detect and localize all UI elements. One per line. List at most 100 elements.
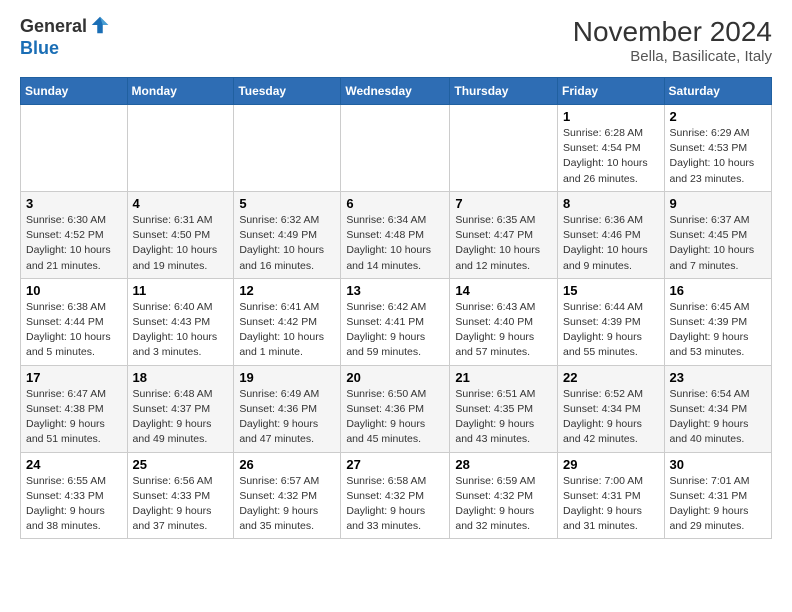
page-title: November 2024 — [573, 16, 772, 48]
day-number: 10 — [26, 283, 122, 298]
header-wednesday: Wednesday — [341, 78, 450, 105]
calendar-cell: 26Sunrise: 6:57 AM Sunset: 4:32 PM Dayli… — [234, 452, 341, 539]
calendar-cell: 21Sunrise: 6:51 AM Sunset: 4:35 PM Dayli… — [450, 365, 558, 452]
day-info: Sunrise: 6:36 AM Sunset: 4:46 PM Dayligh… — [563, 213, 659, 274]
calendar-cell — [341, 105, 450, 192]
day-number: 9 — [670, 196, 766, 211]
day-number: 24 — [26, 457, 122, 472]
day-number: 16 — [670, 283, 766, 298]
calendar-week-2: 10 Sunrise: 6:38 AM Sunset: 4:44 PM Dayli… — [21, 278, 772, 365]
calendar-cell: 29 Sunrise: 7:00 AM Sunset: 4:31 PM Dayli… — [558, 452, 665, 539]
header-friday: Friday — [558, 78, 665, 105]
day-number: 19 — [239, 370, 335, 385]
calendar-cell: 18 Sunrise: 6:48 AM Sunset: 4:37 PM Dayli… — [127, 365, 234, 452]
calendar-cell: 10 Sunrise: 6:38 AM Sunset: 4:44 PM Dayli… — [21, 278, 128, 365]
day-info: Sunrise: 6:40 AM Sunset: 4:43 PM Dayligh… — [133, 300, 229, 361]
logo-blue: Blue — [20, 38, 111, 60]
day-info: Sunrise: 6:47 AM Sunset: 4:38 PM Dayligh… — [26, 387, 122, 448]
calendar-cell: 22 Sunrise: 6:52 AM Sunset: 4:34 PM Dayli… — [558, 365, 665, 452]
day-number: 1 — [563, 109, 659, 124]
day-number: 13 — [346, 283, 444, 298]
calendar-cell: 4 Sunrise: 6:31 AM Sunset: 4:50 PM Daylig… — [127, 191, 234, 278]
header-tuesday: Tuesday — [234, 78, 341, 105]
day-info: Sunrise: 7:01 AM Sunset: 4:31 PM Dayligh… — [670, 474, 766, 535]
calendar-cell: 7 Sunrise: 6:35 AM Sunset: 4:47 PM Daylig… — [450, 191, 558, 278]
day-number: 8 — [563, 196, 659, 211]
day-info: Sunrise: 7:00 AM Sunset: 4:31 PM Dayligh… — [563, 474, 659, 535]
day-info: Sunrise: 6:56 AM Sunset: 4:33 PM Dayligh… — [133, 474, 229, 535]
day-info: Sunrise: 6:57 AM Sunset: 4:32 PM Dayligh… — [239, 474, 335, 535]
day-info: Sunrise: 6:44 AM Sunset: 4:39 PM Dayligh… — [563, 300, 659, 361]
day-number: 2 — [670, 109, 766, 124]
calendar-cell: 14Sunrise: 6:43 AM Sunset: 4:40 PM Dayli… — [450, 278, 558, 365]
day-info: Sunrise: 6:49 AM Sunset: 4:36 PM Dayligh… — [239, 387, 335, 448]
day-number: 15 — [563, 283, 659, 298]
calendar-cell: 27 Sunrise: 6:58 AM Sunset: 4:32 PM Dayli… — [341, 452, 450, 539]
calendar-cell — [21, 105, 128, 192]
day-number: 22 — [563, 370, 659, 385]
day-info: Sunrise: 6:45 AM Sunset: 4:39 PM Dayligh… — [670, 300, 766, 361]
day-number: 5 — [239, 196, 335, 211]
day-number: 4 — [133, 196, 229, 211]
day-info: Sunrise: 6:41 AM Sunset: 4:42 PM Dayligh… — [239, 300, 335, 361]
day-info: Sunrise: 6:55 AM Sunset: 4:33 PM Dayligh… — [26, 474, 122, 535]
calendar-cell: 28Sunrise: 6:59 AM Sunset: 4:32 PM Dayli… — [450, 452, 558, 539]
logo-general: General — [20, 16, 87, 36]
header: General Blue November 2024 Bella, Basili… — [20, 16, 772, 65]
header-monday: Monday — [127, 78, 234, 105]
calendar-header-row: Sunday Monday Tuesday Wednesday Thursday… — [21, 78, 772, 105]
calendar-week-0: 1 Sunrise: 6:28 AM Sunset: 4:54 PM Daylig… — [21, 105, 772, 192]
header-saturday: Saturday — [664, 78, 771, 105]
day-info: Sunrise: 6:58 AM Sunset: 4:32 PM Dayligh… — [346, 474, 444, 535]
calendar-cell: 9 Sunrise: 6:37 AM Sunset: 4:45 PM Daylig… — [664, 191, 771, 278]
calendar-week-1: 3Sunrise: 6:30 AM Sunset: 4:52 PM Daylig… — [21, 191, 772, 278]
logo: General Blue — [20, 16, 111, 59]
calendar-cell: 23Sunrise: 6:54 AM Sunset: 4:34 PM Dayli… — [664, 365, 771, 452]
calendar-cell — [234, 105, 341, 192]
calendar-cell: 15 Sunrise: 6:44 AM Sunset: 4:39 PM Dayli… — [558, 278, 665, 365]
day-info: Sunrise: 6:32 AM Sunset: 4:49 PM Dayligh… — [239, 213, 335, 274]
header-thursday: Thursday — [450, 78, 558, 105]
day-number: 12 — [239, 283, 335, 298]
calendar-cell: 8 Sunrise: 6:36 AM Sunset: 4:46 PM Daylig… — [558, 191, 665, 278]
day-info: Sunrise: 6:50 AM Sunset: 4:36 PM Dayligh… — [346, 387, 444, 448]
calendar-cell: 1 Sunrise: 6:28 AM Sunset: 4:54 PM Daylig… — [558, 105, 665, 192]
day-info: Sunrise: 6:28 AM Sunset: 4:54 PM Dayligh… — [563, 126, 659, 187]
day-number: 30 — [670, 457, 766, 472]
day-info: Sunrise: 6:37 AM Sunset: 4:45 PM Dayligh… — [670, 213, 766, 274]
day-number: 18 — [133, 370, 229, 385]
day-number: 27 — [346, 457, 444, 472]
calendar-cell: 12 Sunrise: 6:41 AM Sunset: 4:42 PM Dayli… — [234, 278, 341, 365]
calendar-week-3: 17Sunrise: 6:47 AM Sunset: 4:38 PM Dayli… — [21, 365, 772, 452]
day-number: 23 — [670, 370, 766, 385]
day-info: Sunrise: 6:43 AM Sunset: 4:40 PM Dayligh… — [455, 300, 552, 361]
title-block: November 2024 Bella, Basilicate, Italy — [573, 16, 772, 65]
day-number: 29 — [563, 457, 659, 472]
page-subtitle: Bella, Basilicate, Italy — [573, 48, 772, 65]
calendar-cell: 13 Sunrise: 6:42 AM Sunset: 4:41 PM Dayli… — [341, 278, 450, 365]
calendar-cell: 11 Sunrise: 6:40 AM Sunset: 4:43 PM Dayli… — [127, 278, 234, 365]
day-info: Sunrise: 6:30 AM Sunset: 4:52 PM Dayligh… — [26, 213, 122, 274]
calendar-cell: 3Sunrise: 6:30 AM Sunset: 4:52 PM Daylig… — [21, 191, 128, 278]
day-info: Sunrise: 6:51 AM Sunset: 4:35 PM Dayligh… — [455, 387, 552, 448]
day-info: Sunrise: 6:59 AM Sunset: 4:32 PM Dayligh… — [455, 474, 552, 535]
day-info: Sunrise: 6:48 AM Sunset: 4:37 PM Dayligh… — [133, 387, 229, 448]
calendar-cell: 19 Sunrise: 6:49 AM Sunset: 4:36 PM Dayli… — [234, 365, 341, 452]
calendar-cell: 2 Sunrise: 6:29 AM Sunset: 4:53 PM Daylig… — [664, 105, 771, 192]
day-info: Sunrise: 6:42 AM Sunset: 4:41 PM Dayligh… — [346, 300, 444, 361]
day-number: 7 — [455, 196, 552, 211]
logo-icon — [89, 14, 111, 36]
day-info: Sunrise: 6:38 AM Sunset: 4:44 PM Dayligh… — [26, 300, 122, 361]
calendar-cell — [127, 105, 234, 192]
day-info: Sunrise: 6:31 AM Sunset: 4:50 PM Dayligh… — [133, 213, 229, 274]
day-info: Sunrise: 6:35 AM Sunset: 4:47 PM Dayligh… — [455, 213, 552, 274]
calendar-week-4: 24 Sunrise: 6:55 AM Sunset: 4:33 PM Dayli… — [21, 452, 772, 539]
calendar-cell: 25Sunrise: 6:56 AM Sunset: 4:33 PM Dayli… — [127, 452, 234, 539]
day-info: Sunrise: 6:29 AM Sunset: 4:53 PM Dayligh… — [670, 126, 766, 187]
day-info: Sunrise: 6:52 AM Sunset: 4:34 PM Dayligh… — [563, 387, 659, 448]
day-number: 6 — [346, 196, 444, 211]
day-number: 11 — [133, 283, 229, 298]
calendar-cell: 5 Sunrise: 6:32 AM Sunset: 4:49 PM Daylig… — [234, 191, 341, 278]
calendar-cell: 6Sunrise: 6:34 AM Sunset: 4:48 PM Daylig… — [341, 191, 450, 278]
logo-text: General — [20, 16, 87, 38]
